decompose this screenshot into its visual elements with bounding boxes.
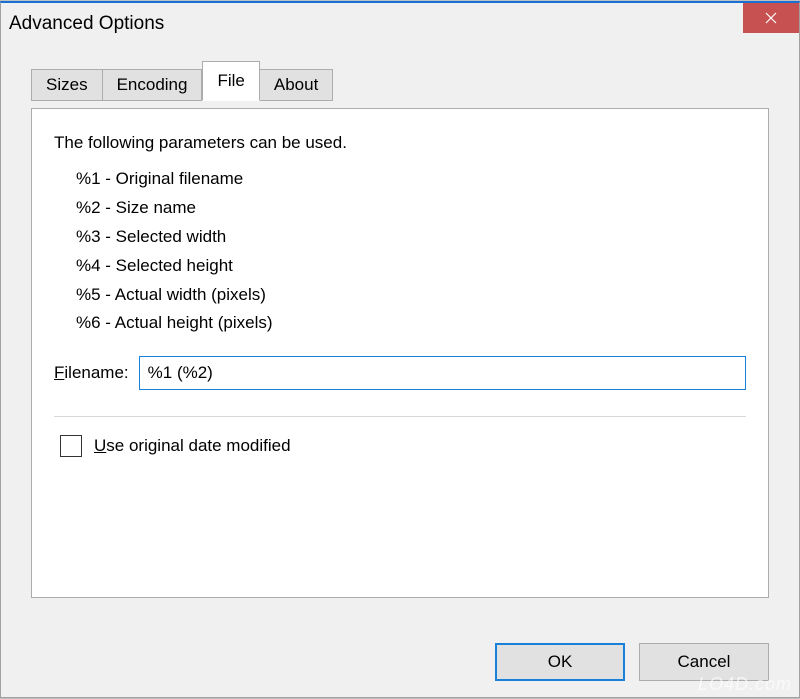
tab-sizes[interactable]: Sizes: [31, 69, 103, 101]
tab-panel-file: The following parameters can be used. %1…: [31, 108, 769, 598]
filename-label: Filename:: [54, 363, 129, 383]
intro-text: The following parameters can be used.: [54, 133, 746, 153]
use-original-date-label: Use original date modified: [94, 436, 291, 456]
use-original-date-row: Use original date modified: [60, 435, 746, 457]
tab-file[interactable]: File: [202, 61, 259, 101]
tab-bar: Sizes Encoding File About: [31, 69, 799, 101]
divider: [54, 416, 746, 417]
tab-about[interactable]: About: [260, 69, 333, 101]
titlebar: Advanced Options: [1, 3, 799, 45]
dialog-window: Advanced Options Sizes Encoding File Abo…: [0, 1, 800, 698]
param-item: %1 - Original filename: [76, 165, 746, 194]
param-item: %3 - Selected width: [76, 223, 746, 252]
ok-button[interactable]: OK: [495, 643, 625, 681]
tab-encoding[interactable]: Encoding: [103, 69, 203, 101]
close-button[interactable]: [743, 3, 799, 33]
param-item: %5 - Actual width (pixels): [76, 281, 746, 310]
filename-row: Filename:: [54, 356, 746, 390]
use-original-date-checkbox[interactable]: [60, 435, 82, 457]
dialog-buttons: OK Cancel: [495, 643, 769, 681]
filename-input[interactable]: [139, 356, 746, 390]
window-title: Advanced Options: [9, 13, 164, 35]
param-item: %4 - Selected height: [76, 252, 746, 281]
close-icon: [765, 12, 777, 24]
param-item: %2 - Size name: [76, 194, 746, 223]
param-item: %6 - Actual height (pixels): [76, 309, 746, 338]
cancel-button[interactable]: Cancel: [639, 643, 769, 681]
parameter-list: %1 - Original filename %2 - Size name %3…: [76, 165, 746, 338]
